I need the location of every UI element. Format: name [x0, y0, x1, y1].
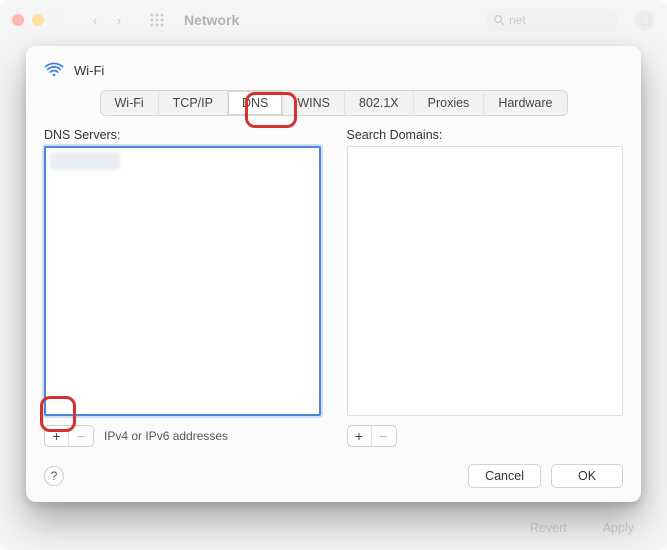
remove-dns-server-button[interactable]: − — [69, 426, 93, 446]
dns-servers-list[interactable] — [44, 146, 321, 416]
search-icon — [493, 14, 505, 26]
sheet-header: Wi-Fi — [44, 60, 623, 80]
search-domains-controls: + − — [347, 424, 624, 448]
dns-servers-controls: + − IPv4 or IPv6 addresses — [44, 424, 321, 448]
dns-columns: DNS Servers: + − IPv4 or IPv6 addresses … — [44, 128, 623, 448]
help-icon: ? — [51, 469, 58, 483]
dns-servers-hint: IPv4 or IPv6 addresses — [104, 429, 228, 443]
plus-icon: + — [355, 428, 363, 444]
redacted-entry — [50, 152, 120, 170]
plus-icon: + — [52, 428, 60, 444]
tab-wifi[interactable]: Wi-Fi — [101, 91, 159, 115]
cancel-button[interactable]: Cancel — [468, 464, 541, 488]
background-footer: Revert Apply — [0, 506, 667, 550]
nav-arrows: ‹ › — [84, 9, 130, 31]
remove-search-domain-button[interactable]: − — [372, 426, 396, 446]
tab-tcpip[interactable]: TCP/IP — [159, 91, 228, 115]
dns-servers-add-remove: + − — [44, 425, 94, 447]
add-search-domain-button[interactable]: + — [348, 426, 372, 446]
minus-icon: − — [77, 428, 85, 444]
wifi-icon — [44, 60, 64, 80]
search-input[interactable]: net — [487, 9, 617, 31]
titlebar: ‹ › Network net — [0, 0, 667, 40]
window-title: Network — [184, 12, 239, 28]
minus-icon: − — [379, 428, 387, 444]
search-domains-label: Search Domains: — [347, 128, 624, 142]
revert-button[interactable]: Revert — [517, 517, 580, 539]
help-button[interactable]: ? — [44, 466, 64, 486]
chevron-right-icon: › — [117, 13, 121, 28]
dns-servers-column: DNS Servers: + − IPv4 or IPv6 addresses — [44, 128, 321, 448]
overflow-icon — [640, 15, 651, 26]
maximize-window-button[interactable] — [52, 14, 64, 26]
tab-hardware[interactable]: Hardware — [484, 91, 566, 115]
chevron-left-icon: ‹ — [93, 13, 97, 28]
apply-button[interactable]: Apply — [590, 517, 647, 539]
search-text: net — [509, 13, 526, 27]
back-button[interactable]: ‹ — [84, 9, 106, 31]
grid-icon — [150, 13, 164, 27]
dns-servers-label: DNS Servers: — [44, 128, 321, 142]
sheet-footer: ? Cancel OK — [44, 464, 623, 488]
tab-8021x[interactable]: 802.1X — [345, 91, 414, 115]
tab-dns[interactable]: DNS — [228, 91, 283, 115]
tabbar: Wi-Fi TCP/IP DNS WINS 802.1X Proxies Har… — [100, 90, 568, 116]
forward-button[interactable]: › — [108, 9, 130, 31]
search-domains-column: Search Domains: + − — [347, 128, 624, 448]
show-all-button[interactable] — [146, 9, 168, 31]
search-domains-list[interactable] — [347, 146, 624, 416]
advanced-sheet: Wi-Fi Wi-Fi TCP/IP DNS WINS 802.1X Proxi… — [26, 46, 641, 502]
interface-label: Wi-Fi — [74, 63, 104, 78]
close-window-button[interactable] — [12, 14, 24, 26]
toolbar-overflow-button[interactable] — [635, 10, 655, 30]
tab-wins[interactable]: WINS — [283, 91, 345, 115]
search-domains-add-remove: + − — [347, 425, 397, 447]
add-dns-server-button[interactable]: + — [45, 426, 69, 446]
ok-button[interactable]: OK — [551, 464, 623, 488]
traffic-lights — [12, 14, 64, 26]
tab-proxies[interactable]: Proxies — [414, 91, 485, 115]
minimize-window-button[interactable] — [32, 14, 44, 26]
